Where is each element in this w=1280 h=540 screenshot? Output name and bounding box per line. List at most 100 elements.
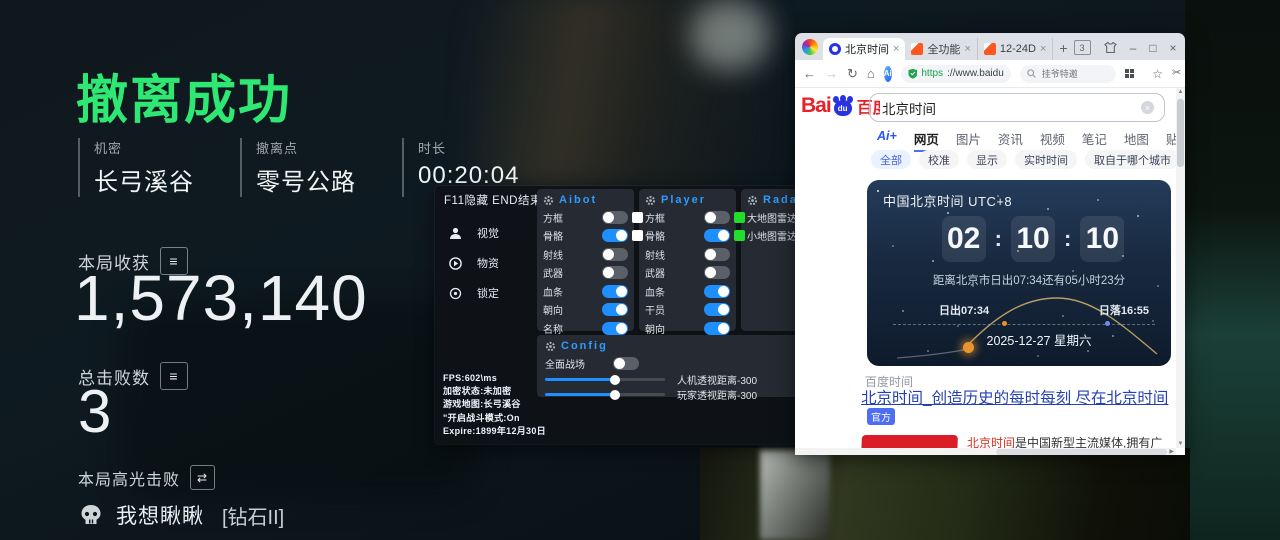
baidu-nav-item[interactable]: 网页 — [914, 129, 939, 152]
new-tab-button[interactable]: + — [1059, 40, 1067, 56]
baidu-nav-item[interactable]: 视频 — [1040, 129, 1065, 152]
slider-row: 人机透视距离-300 — [545, 372, 823, 387]
toggle-label: 武器 — [645, 265, 665, 280]
toggle-switch[interactable] — [602, 211, 628, 224]
sidebar-item-vision[interactable]: 视觉 — [439, 218, 533, 248]
color-swatch[interactable] — [632, 212, 643, 223]
browser-logo-icon[interactable] — [802, 39, 818, 55]
omnibox-input[interactable] — [1040, 68, 1106, 80]
filter-chip[interactable]: 实时时间 — [1015, 150, 1077, 169]
reload-icon[interactable]: ↻ — [847, 67, 858, 80]
group-title: Config — [561, 340, 608, 352]
result-title-link[interactable]: 北京时间_创造历史的每时每刻 尽在北京时间 — [861, 390, 1168, 407]
toggle-switch[interactable] — [704, 285, 730, 298]
scrollbar-thumb[interactable] — [1177, 99, 1184, 167]
tab-beijing-time[interactable]: 北京时间 × — [823, 38, 905, 60]
aibot-rows: 方框 骨骼 — [543, 208, 628, 338]
baidu-search-box[interactable]: × — [869, 93, 1165, 122]
address-bar[interactable]: https://www.baidu — [901, 65, 1011, 83]
apps-grid-icon[interactable] — [1125, 69, 1135, 79]
status-line: 游戏地图:长弓溪谷 — [443, 398, 546, 411]
forward-icon[interactable]: → — [825, 67, 838, 80]
toggle-label: 小地图雷达 — [747, 228, 797, 243]
screenshot-scissors-icon[interactable]: ✂ — [1172, 68, 1181, 79]
slider-label: 玩家透视距离-300 — [677, 387, 757, 402]
tab-close-icon[interactable]: × — [964, 43, 970, 55]
close-button[interactable]: × — [1170, 42, 1177, 54]
toggle-switch[interactable] — [704, 211, 730, 224]
download-badge[interactable]: 3 — [1074, 40, 1091, 55]
maximize-button[interactable]: □ — [1149, 42, 1156, 54]
tab-full-feature[interactable]: 全功能 × — [905, 38, 977, 60]
cheat-menu-panel: F11隐藏 END结束 视觉 物资 锁定 — [435, 186, 835, 444]
kills-list-icon[interactable]: ≡ — [160, 362, 188, 390]
baidu-filter-chips: 全部校准显示实时时间取自于哪个城市日期实时秒表 — [871, 150, 1185, 169]
filter-chip[interactable]: 显示 — [967, 150, 1007, 169]
baidu-nav-item[interactable]: 图片 — [956, 129, 981, 152]
browser-toolbar: ← → ↻ ⌂ Ai https://www.baidu ☆ ✂ ↺ ≡ — [795, 60, 1185, 88]
gear-icon — [543, 195, 554, 206]
filter-chip[interactable]: 全部 — [871, 150, 911, 169]
distance-slider[interactable] — [545, 393, 665, 396]
baidu-search-input[interactable] — [880, 99, 1141, 116]
color-swatch[interactable] — [734, 230, 745, 241]
battlefield-toggle[interactable] — [613, 357, 639, 370]
toggle-switch[interactable] — [602, 322, 628, 335]
minimize-button[interactable]: – — [1130, 42, 1137, 54]
toggle-switch[interactable] — [602, 303, 628, 316]
toggle-row: 射线 — [645, 245, 730, 264]
filter-chip[interactable]: 取自于哪个城市 — [1085, 150, 1180, 169]
status-line: 加密状态:未加密 — [443, 385, 546, 398]
sidebar-item-loot[interactable]: 物资 — [439, 248, 533, 278]
color-swatch[interactable] — [734, 212, 745, 223]
cheat-groups: Aibot 方框 骨骼 — [537, 189, 834, 331]
tab-favicon — [984, 43, 996, 55]
baidu-nav-item[interactable]: 资讯 — [998, 129, 1023, 152]
color-swatch[interactable] — [632, 230, 643, 241]
scroll-up-icon[interactable]: ▲ — [1178, 88, 1184, 96]
clear-search-icon[interactable]: × — [1141, 101, 1154, 114]
horizontal-scrollbar[interactable]: ▶ — [795, 448, 1176, 455]
skull-icon — [78, 504, 104, 526]
security-shield-icon — [908, 68, 918, 79]
baidu-nav-item[interactable]: 笔记 — [1082, 129, 1107, 152]
official-badge: 官方 — [867, 408, 895, 425]
current-sun-dot — [1002, 321, 1007, 326]
toggle-switch[interactable] — [602, 229, 628, 242]
omnibox-search[interactable] — [1020, 65, 1116, 83]
info-label: 撤离点 — [256, 138, 366, 157]
tab-close-icon[interactable]: × — [1040, 43, 1046, 55]
toggle-switch[interactable] — [602, 248, 628, 261]
favorite-icon[interactable]: ☆ — [1152, 68, 1163, 80]
toggle-switch[interactable] — [704, 266, 730, 279]
toggle-switch[interactable] — [704, 303, 730, 316]
toggle-switch[interactable] — [602, 266, 628, 279]
toggle-switch[interactable] — [602, 285, 628, 298]
filter-chip[interactable]: 校准 — [919, 150, 959, 169]
tab-12-24d[interactable]: 12-24D × — [978, 38, 1054, 60]
screenshot-root: 撤离成功 机密 长弓溪谷 撤离点 零号公路 时长 00:20:04 本局收获 ≡… — [0, 0, 1280, 540]
player-rows: 方框 骨骼 — [645, 208, 730, 338]
baidu-logo-bai: Bai — [801, 94, 831, 118]
ai-assistant-icon[interactable]: Ai — [884, 66, 892, 82]
swap-icon[interactable]: ⇄ — [190, 465, 215, 490]
scroll-right-icon[interactable]: ▶ — [1169, 448, 1174, 455]
toggle-switch[interactable] — [704, 248, 730, 261]
scroll-down-icon[interactable]: ▼ — [1178, 440, 1184, 448]
back-icon[interactable]: ← — [803, 67, 816, 80]
home-icon[interactable]: ⌂ — [867, 67, 875, 80]
hscrollbar-thumb[interactable] — [996, 449, 1167, 455]
toggle-switch[interactable] — [704, 229, 730, 242]
baidu-nav-item[interactable]: Ai+ — [877, 129, 897, 152]
baidu-paw-icon: du — [832, 95, 854, 117]
sidebar-item-lock[interactable]: 锁定 — [439, 278, 533, 308]
toggle-switch[interactable] — [704, 322, 730, 335]
distance-slider[interactable] — [545, 378, 665, 381]
theme-icon[interactable] — [1104, 42, 1117, 53]
baidu-nav-item[interactable]: 地图 — [1124, 129, 1149, 152]
browser-window: 北京时间 × 全功能 × 12-24D × + 3 – □ × — [795, 33, 1185, 455]
sidebar-item-label: 视觉 — [477, 225, 499, 241]
info-value: 长弓溪谷 — [94, 162, 204, 197]
tab-close-icon[interactable]: × — [893, 43, 899, 55]
vertical-scrollbar[interactable]: ▲ ▼ — [1176, 88, 1185, 448]
